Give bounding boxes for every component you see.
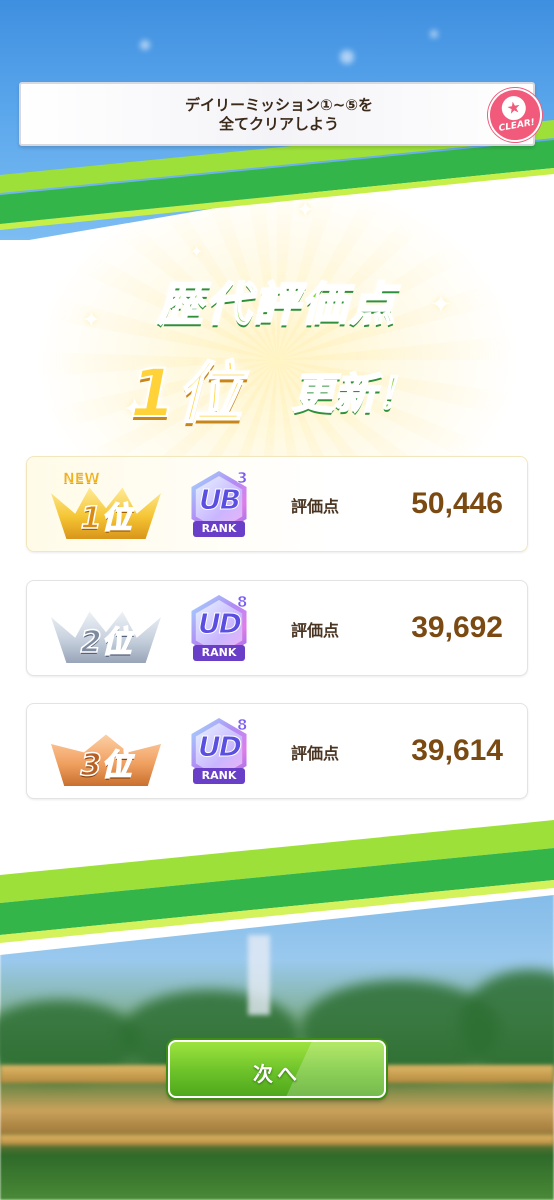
rank-number: 8	[237, 593, 248, 612]
next-button[interactable]: 次へ	[168, 1040, 386, 1098]
rank-badge: UD 8 RANK	[183, 593, 255, 665]
score-label: 評価点	[291, 621, 340, 640]
score-value: 39,614	[411, 734, 503, 767]
place-label: 1位	[80, 500, 132, 537]
score-value: 39,692	[411, 611, 503, 644]
ranking-row-1: 1位 NEW UB 3 RANK 評価点 50,446	[26, 456, 528, 552]
rank-word: RANK	[193, 521, 245, 537]
sparkle-icon: ✦	[296, 198, 315, 223]
headline-rank: 1位	[129, 354, 243, 433]
rank-letters: UB	[198, 483, 241, 517]
rank-number: 8	[237, 716, 248, 735]
score-label: 評価点	[291, 744, 340, 763]
rank-word: RANK	[193, 768, 245, 784]
place-label: 3位	[80, 747, 132, 784]
score-label: 評価点	[291, 497, 340, 516]
sparkle-icon: ✦	[190, 242, 204, 261]
place-badge: 3位	[51, 730, 161, 786]
place-badge: 1位 NEW	[51, 471, 161, 539]
rank-number: 3	[237, 469, 248, 488]
headline-title: 歴代評価点	[156, 276, 397, 332]
rank-word: RANK	[193, 645, 245, 661]
mission-text-line1: デイリーミッション①~⑤を	[185, 96, 373, 114]
rank-badge: UB 3 RANK	[183, 469, 255, 541]
headline-updated: 更新！	[291, 368, 419, 419]
place-badge: 2位	[51, 607, 161, 663]
ranking-row-2: 2位 UD 8 RANK 評価点 39,692	[26, 580, 528, 676]
mission-text: デイリーミッション①~⑤を 全てクリアしよう	[21, 96, 537, 134]
place-label: 2位	[80, 624, 132, 661]
score-value: 50,446	[411, 487, 503, 520]
rank-letters: UD	[198, 730, 243, 764]
mission-banner[interactable]: デイリーミッション①~⑤を 全てクリアしよう ★ CLEAR!	[19, 82, 547, 147]
rank-badge: UD 8 RANK	[183, 716, 255, 788]
rank-letters: UD	[198, 607, 243, 641]
star-icon: ★	[499, 94, 528, 123]
ranking-row-3: 3位 UD 8 RANK 評価点 39,614	[26, 703, 528, 799]
mission-text-line2: 全てクリアしよう	[218, 115, 339, 133]
new-badge: NEW	[63, 471, 100, 488]
next-button-label: 次へ	[253, 1062, 301, 1086]
